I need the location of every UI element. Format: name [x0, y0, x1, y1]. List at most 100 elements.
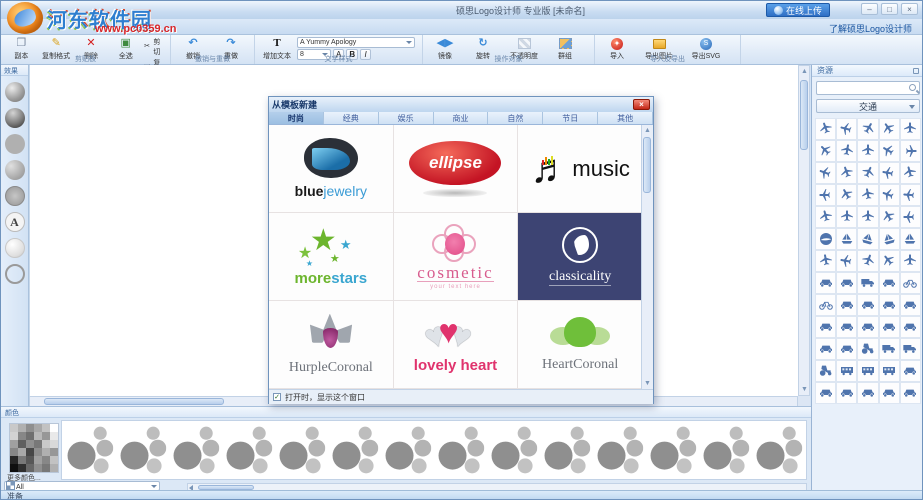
scroll-up-icon[interactable]: ▲ [801, 68, 808, 75]
resource-icon-car[interactable] [900, 382, 921, 404]
effect-gradient-ball[interactable] [5, 160, 25, 180]
resource-icon-plane[interactable] [815, 118, 836, 140]
paw-pattern-icon[interactable] [487, 422, 539, 478]
color-swatch[interactable] [26, 464, 34, 472]
dialog-tab-其他[interactable]: 其他 [598, 112, 653, 124]
paw-pattern-icon[interactable] [646, 422, 698, 478]
resource-icon-car[interactable] [836, 316, 857, 338]
color-swatch[interactable] [18, 432, 26, 440]
color-swatch[interactable] [26, 456, 34, 464]
template-tile-hurplecoronal[interactable]: HurpleCoronal [269, 301, 394, 389]
online-upload-button[interactable]: 在线上传 [766, 3, 830, 17]
maximize-button[interactable]: □ [881, 3, 898, 15]
scroll-thumb[interactable] [800, 80, 808, 150]
paw-pattern-icon[interactable] [63, 422, 115, 478]
show-on-startup-checkbox[interactable]: ✓ [273, 393, 281, 401]
dialog-title-bar[interactable]: 从模板新建 × [269, 97, 653, 112]
effect-white-ball[interactable] [5, 238, 25, 258]
color-swatch[interactable] [10, 456, 18, 464]
color-swatch[interactable] [26, 424, 34, 432]
pattern-strip[interactable] [61, 420, 807, 480]
resource-icon-plane[interactable] [857, 206, 878, 228]
resource-category-select[interactable]: 交通 [816, 99, 920, 113]
resource-icon-plane[interactable] [879, 118, 900, 140]
resource-icon-plane[interactable] [900, 250, 921, 272]
dialog-tab-娱乐[interactable]: 娱乐 [379, 112, 434, 124]
resource-icon-plane[interactable] [815, 206, 836, 228]
resource-icon-plane[interactable] [836, 140, 857, 162]
pin-icon[interactable] [913, 68, 919, 74]
effect-ball-dark[interactable] [5, 108, 25, 128]
resource-icon-car[interactable] [900, 294, 921, 316]
paw-pattern-icon[interactable] [593, 422, 645, 478]
color-swatch[interactable] [50, 424, 58, 432]
paw-pattern-icon[interactable] [328, 422, 380, 478]
dialog-tab-节日[interactable]: 节日 [543, 112, 598, 124]
resource-icon-car[interactable] [857, 294, 878, 316]
resource-icon-car[interactable] [900, 316, 921, 338]
resource-icon-plane[interactable] [815, 184, 836, 206]
close-button[interactable]: × [901, 3, 918, 15]
color-swatch[interactable] [18, 440, 26, 448]
color-swatch[interactable] [50, 448, 58, 456]
resource-icon-plane[interactable] [879, 250, 900, 272]
resource-icon-plane[interactable] [900, 118, 921, 140]
learn-link[interactable]: 了解硕思Logo设计师 [829, 22, 912, 35]
resource-icon-boat[interactable] [836, 228, 857, 250]
resource-icon-car[interactable] [900, 360, 921, 382]
resource-icon-plane[interactable] [879, 184, 900, 206]
resource-icon-truck[interactable] [857, 272, 878, 294]
color-swatch[interactable] [34, 440, 42, 448]
template-tile-lovely-heart[interactable]: ♥ ♥ ♥ lovely heart [394, 301, 519, 389]
resource-icon-tractor[interactable] [815, 360, 836, 382]
resource-icon-plane[interactable] [900, 162, 921, 184]
resource-icon-plane[interactable] [900, 206, 921, 228]
color-swatch[interactable] [34, 456, 42, 464]
template-tile-bluejewelry[interactable]: bluejewelry [269, 125, 394, 213]
template-tile-cosmetic[interactable]: cosmetic your text here [394, 213, 519, 301]
effect-outline-circle[interactable] [5, 264, 25, 284]
resource-icon-truck[interactable] [900, 338, 921, 360]
resource-icon-car[interactable] [815, 272, 836, 294]
resource-icon-plane[interactable] [836, 250, 857, 272]
menu-help[interactable]: 帮助 [134, 22, 152, 35]
color-swatch[interactable] [10, 440, 18, 448]
font-family-select[interactable]: A Yummy Apology [297, 37, 415, 48]
color-swatch[interactable] [26, 432, 34, 440]
resource-icon-car[interactable] [879, 316, 900, 338]
template-tile-heartcoronal[interactable]: HeartCoronal [518, 301, 643, 389]
minimize-button[interactable]: – [861, 3, 878, 15]
resource-icon-boat[interactable] [900, 228, 921, 250]
color-swatch[interactable] [18, 464, 26, 472]
color-swatch[interactable] [42, 448, 50, 456]
color-swatch[interactable] [42, 464, 50, 472]
resource-icon-car[interactable] [879, 382, 900, 404]
resource-icon-plane[interactable] [836, 118, 857, 140]
paw-pattern-icon[interactable] [752, 422, 804, 478]
resource-icon-plane[interactable] [879, 140, 900, 162]
paw-pattern-icon[interactable] [169, 422, 221, 478]
paw-pattern-icon[interactable] [699, 422, 751, 478]
resource-icon-plane[interactable] [836, 162, 857, 184]
scroll-up-icon[interactable]: ▲ [644, 127, 651, 134]
resource-icon-car[interactable] [879, 294, 900, 316]
paw-pattern-icon[interactable] [540, 422, 592, 478]
effect-flat-circle[interactable] [5, 134, 25, 154]
color-swatch[interactable] [42, 440, 50, 448]
resource-icon-bus[interactable] [879, 360, 900, 382]
effect-letter-circle[interactable]: A [5, 212, 25, 232]
paw-pattern-icon[interactable] [381, 422, 433, 478]
resource-icon-car[interactable] [836, 294, 857, 316]
resource-icon-plane[interactable] [836, 206, 857, 228]
template-tile-morestars[interactable]: ★ ★ ★ ★ ★ morestars [269, 213, 394, 301]
color-swatch[interactable] [50, 432, 58, 440]
resource-icon-car[interactable] [815, 338, 836, 360]
scroll-down-icon[interactable]: ▼ [644, 380, 651, 387]
canvas-vertical-scrollbar[interactable]: ▲ ▼ [798, 65, 810, 396]
resource-icon-car[interactable] [879, 272, 900, 294]
resource-icon-bike[interactable] [815, 294, 836, 316]
dialog-tab-自然[interactable]: 自然 [488, 112, 543, 124]
color-swatch[interactable] [50, 464, 58, 472]
color-swatch[interactable] [42, 424, 50, 432]
resource-icon-globe[interactable] [815, 228, 836, 250]
